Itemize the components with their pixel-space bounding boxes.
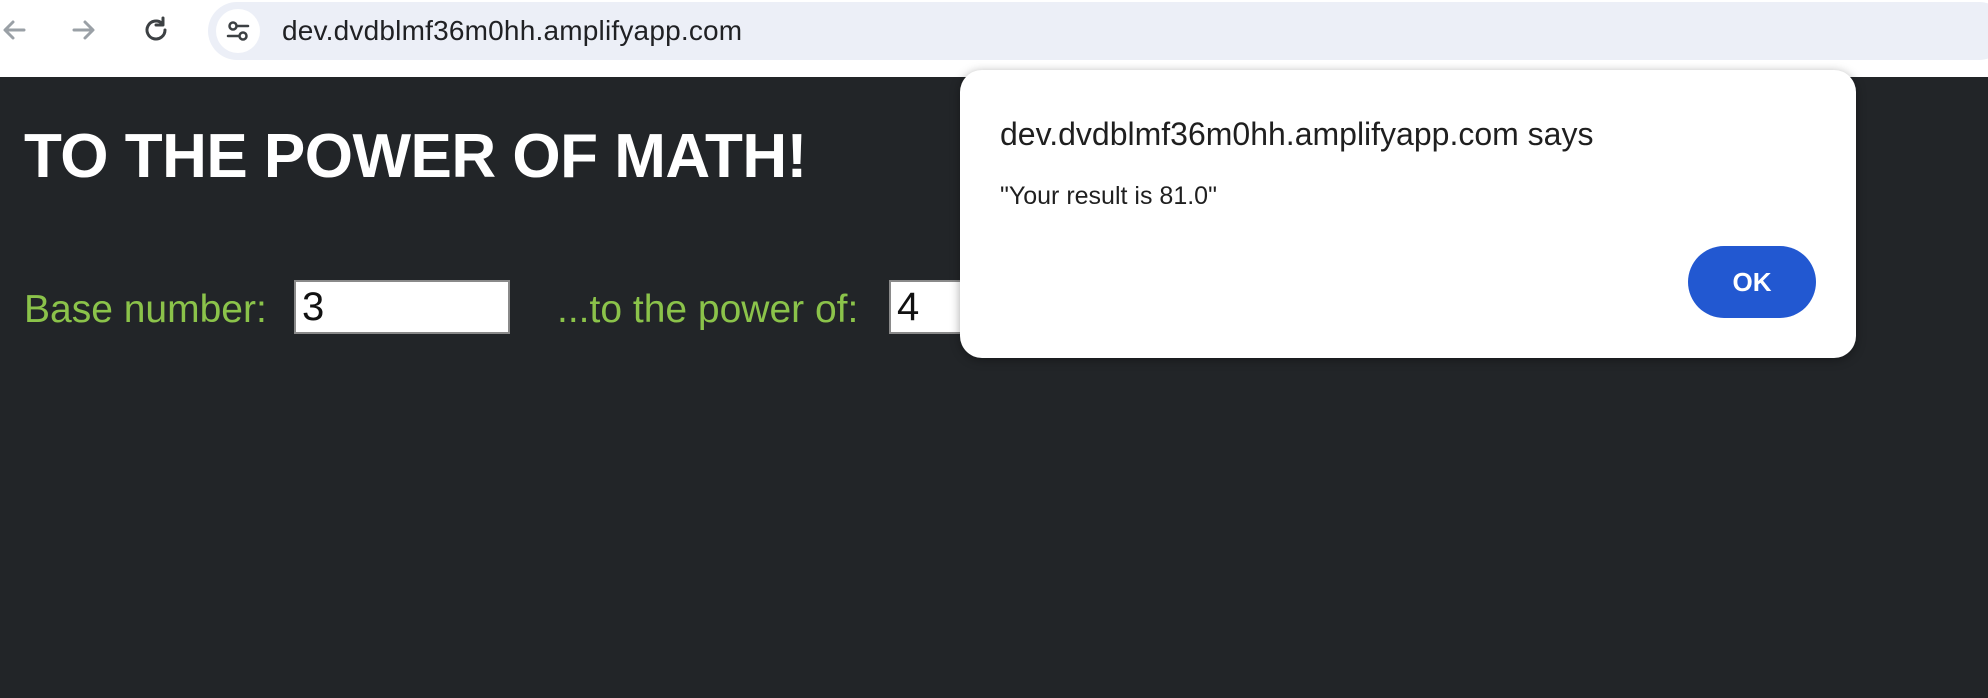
back-arrow-icon[interactable]: [0, 10, 34, 50]
site-info-tune-icon[interactable]: [216, 9, 260, 53]
base-number-label: Base number:: [24, 288, 267, 331]
dialog-message: "Your result is 81.0": [1000, 182, 1217, 210]
base-number-input[interactable]: [294, 280, 510, 334]
page-title: TO THE POWER OF MATH!: [24, 122, 807, 191]
power-label: ...to the power of:: [557, 288, 859, 331]
address-bar[interactable]: dev.dvdblmf36m0hh.amplifyapp.com: [208, 2, 1988, 60]
ok-button[interactable]: OK: [1688, 246, 1816, 318]
reload-icon[interactable]: [136, 10, 176, 50]
browser-toolbar: dev.dvdblmf36m0hh.amplifyapp.com: [0, 0, 1988, 77]
url-text[interactable]: dev.dvdblmf36m0hh.amplifyapp.com: [282, 15, 742, 47]
forward-arrow-icon[interactable]: [64, 10, 104, 50]
dialog-title: dev.dvdblmf36m0hh.amplifyapp.com says: [1000, 116, 1594, 152]
alert-dialog: dev.dvdblmf36m0hh.amplifyapp.com says "Y…: [960, 70, 1856, 358]
